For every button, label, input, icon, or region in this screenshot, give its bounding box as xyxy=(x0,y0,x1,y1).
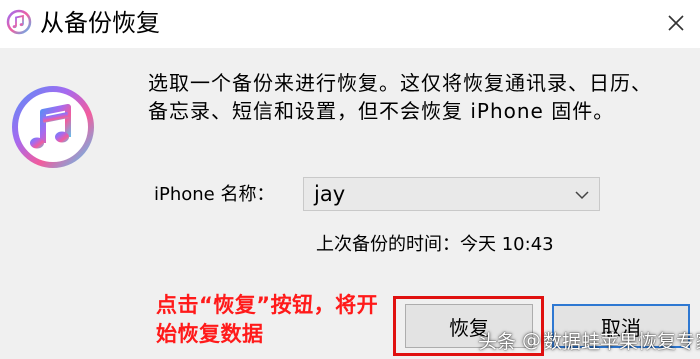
watermark-brand: 头条 xyxy=(478,330,517,353)
device-name-label: iPhone 名称： xyxy=(154,184,275,205)
last-backup-time: 上次备份的时间：今天 10:43 xyxy=(316,234,554,255)
close-button[interactable] xyxy=(658,6,694,40)
watermark: 头条 @ 数据蛙苹果恢复专家 xyxy=(478,325,700,355)
watermark-at-sign: @ xyxy=(522,329,542,351)
close-x-icon xyxy=(668,15,684,31)
device-name-dropdown[interactable]: jay xyxy=(303,177,600,211)
window-title: 从备份恢复 xyxy=(40,9,160,37)
restore-description: 选取一个备份来进行恢复。这仅将恢复通讯录、日历、备忘录、短信和设置，但不会恢复 … xyxy=(148,71,652,123)
itunes-music-note-icon xyxy=(6,9,32,35)
chevron-down-icon xyxy=(575,187,589,201)
instruction-annotation: 点击“恢复”按钮，将开始恢复数据 xyxy=(156,293,379,346)
device-name-value: jay xyxy=(314,182,346,206)
restore-from-backup-dialog: 从备份恢复 选取一个备份来进行恢复。这仅将恢复通讯录、日历、备忘录、短信和设置，… xyxy=(0,0,700,359)
watermark-account: 数据蛙苹果恢复专家 xyxy=(543,330,700,353)
itunes-music-note-icon xyxy=(10,84,96,170)
title-bar: 从备份恢复 xyxy=(0,0,700,48)
